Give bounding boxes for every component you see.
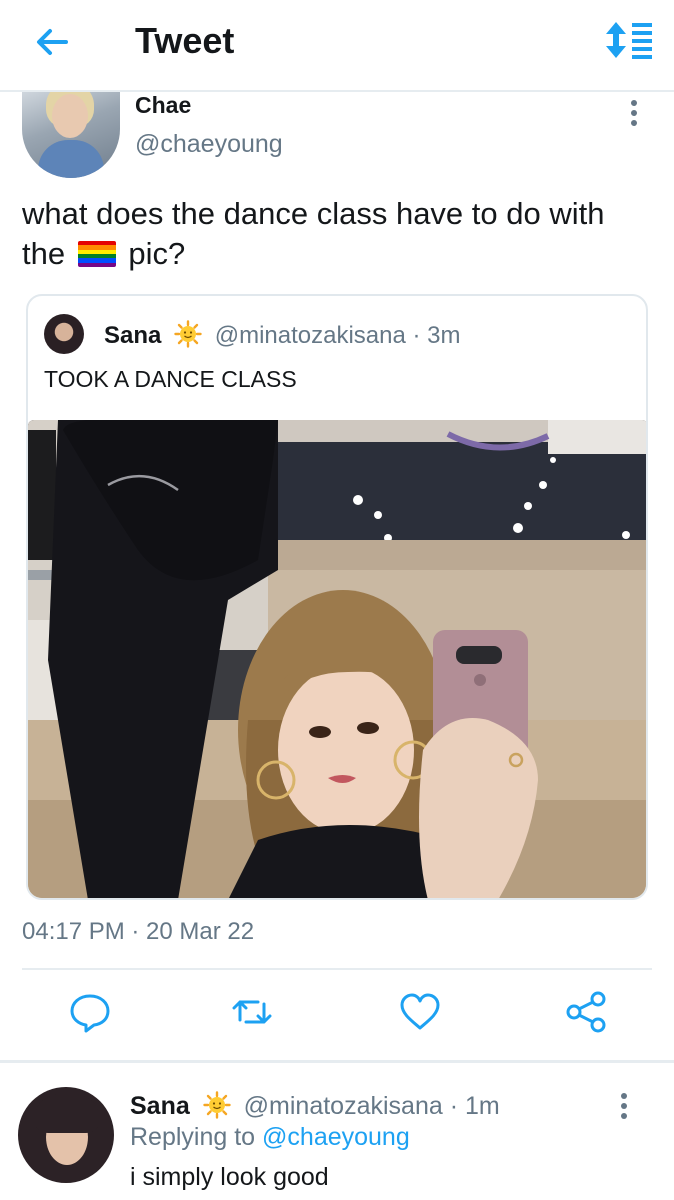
sort-icon[interactable] [604,20,656,60]
quoted-author-name: Sana [104,322,162,349]
reply-header: Sana @minatozakisana · 1m [130,1091,500,1121]
reply-text: i simply look good [130,1163,329,1191]
action-bar [0,990,674,1040]
reply-tweet[interactable]: Sana @minatozakisana · 1m Replying to @c… [0,1063,674,1200]
avatar[interactable] [18,1087,114,1183]
sun-emoji-icon [203,1091,231,1119]
replying-to-label: Replying to [130,1123,256,1151]
more-options-icon[interactable] [624,98,644,128]
arrow-left-icon[interactable] [32,22,72,62]
avatar[interactable] [22,92,120,178]
quoted-tweet-header: Sana @minatozakisana · 3m [104,320,461,350]
tweet-text: what does the dance class have to do wit… [22,194,642,274]
reply-icon[interactable] [68,990,112,1034]
author-handle[interactable]: @chaeyoung [135,130,283,159]
divider [22,968,652,970]
page-title: Tweet [135,20,235,61]
quoted-author-handle: @minatozakisana · 3m [214,322,461,349]
replying-to-handle-link[interactable]: @chaeyoung [262,1123,410,1151]
quoted-tweet-text: TOOK A DANCE CLASS [44,366,297,392]
avatar [44,314,84,354]
quoted-tweet-photo[interactable] [28,420,646,898]
heart-icon[interactable] [398,990,442,1034]
rainbow-flag-icon [77,241,116,267]
replying-to: Replying to @chaeyoung [130,1123,410,1152]
reply-author-name[interactable]: Sana [130,1092,190,1120]
reply-author-handle[interactable]: @minatozakisana · 1m [244,1092,500,1120]
share-icon[interactable] [564,990,608,1034]
author-name[interactable]: Chae [135,92,191,119]
tweet-text-part-2: pic? [128,236,186,271]
more-options-icon[interactable] [614,1091,634,1121]
retweet-icon[interactable] [230,990,274,1034]
tweet-timestamp: 04:17 PM · 20 Mar 22 [22,918,255,945]
sun-emoji-icon [174,320,202,348]
top-bar: Tweet [0,0,674,92]
quoted-tweet[interactable]: Sana @minatozakisana · 3m TOOK A DANCE C… [26,294,648,900]
